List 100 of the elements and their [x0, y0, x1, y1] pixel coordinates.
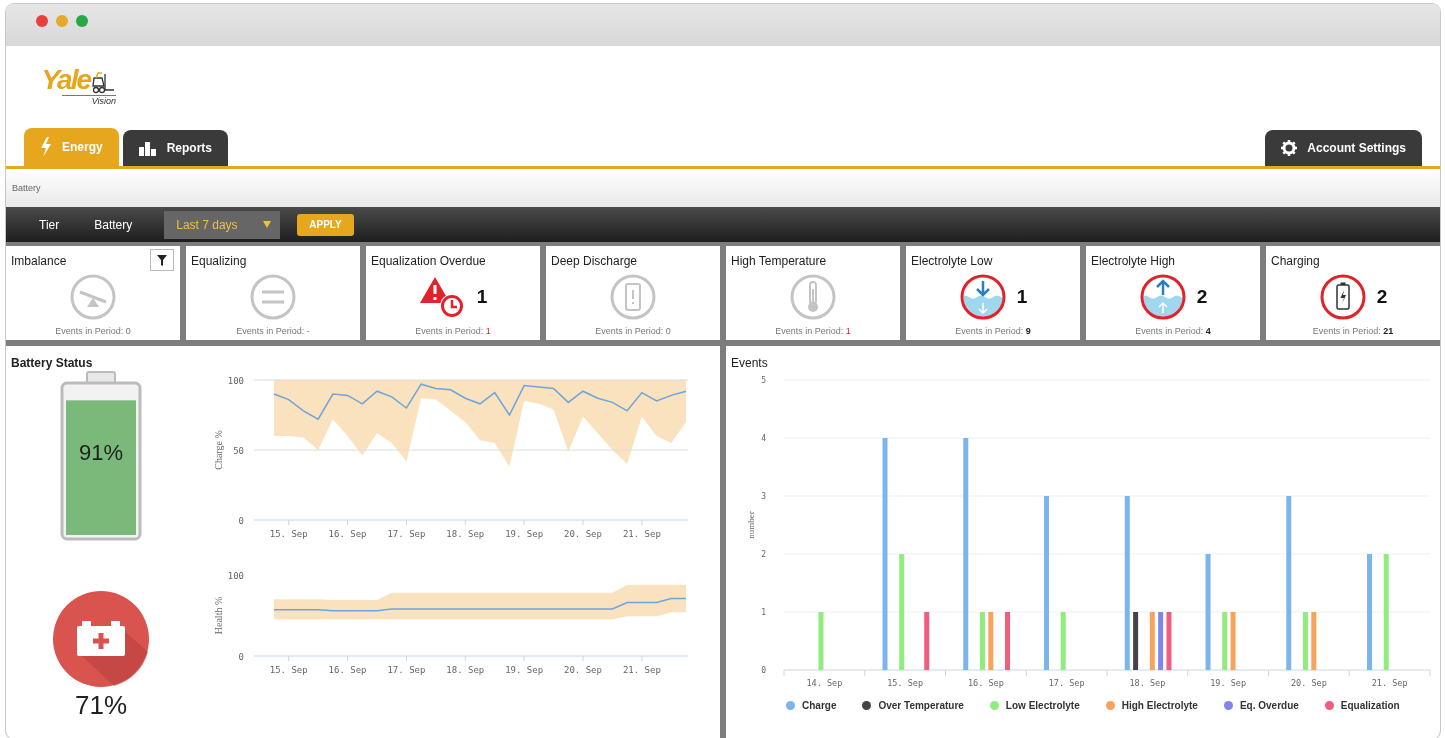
- bar: [1222, 612, 1228, 670]
- filter-icon: [157, 254, 167, 266]
- axis-title: number: [746, 511, 756, 539]
- axis-tick-label: 17. Sep: [1048, 678, 1085, 688]
- tile-title: Electrolyte Low: [911, 254, 993, 268]
- logo-wordmark: Yale: [41, 66, 90, 94]
- axis-tick-label: 19. Sep: [505, 529, 544, 539]
- axis-tick-label: 0: [238, 516, 244, 526]
- event-tile[interactable]: Electrolyte High 2 Events in Period: 4: [1086, 246, 1260, 340]
- events-in-period: Events in Period: 0: [55, 326, 131, 336]
- event-tile[interactable]: Imbalance Events in Period: 0: [6, 246, 180, 340]
- axis-tick-label: 5: [761, 376, 766, 385]
- axis-tick-label: 21. Sep: [1371, 678, 1408, 688]
- axis-tick-label: 20. Sep: [1290, 678, 1327, 688]
- tile-title: Deep Discharge: [551, 254, 638, 268]
- panel-title: Events: [731, 356, 769, 370]
- axis-tick-label: 16. Sep: [967, 678, 1004, 688]
- event-tile[interactable]: Equalizing Events in Period: -: [186, 246, 360, 340]
- events-in-period: Events in Period: -: [236, 326, 310, 336]
- event-tile[interactable]: Electrolyte Low 1 Events in Period: 9: [906, 246, 1080, 340]
- axis-tick-label: 1: [761, 608, 766, 617]
- axis-tick-label: 3: [761, 492, 766, 501]
- event-tile[interactable]: Deep Discharge Events in Period: 0: [546, 246, 720, 340]
- forklift-icon: [90, 72, 116, 94]
- legend-item[interactable]: Over Temperature: [862, 700, 964, 711]
- events-in-period: Events in Period: 1: [775, 326, 851, 336]
- bar: [979, 612, 985, 670]
- bar: [1060, 612, 1066, 670]
- events-in-period: Events in Period: 0: [595, 326, 671, 336]
- bar: [1005, 612, 1010, 670]
- charge-reading: 91%: [77, 440, 124, 466]
- bar: [1302, 612, 1308, 670]
- bar: [818, 612, 824, 670]
- event-tile[interactable]: Charging 2 Events in Period: 21: [1266, 246, 1440, 340]
- axis-tick-label: 17. Sep: [387, 529, 426, 539]
- caret-icon: [263, 221, 272, 228]
- legend-item[interactable]: High Electrolyte: [1105, 700, 1198, 711]
- bar-chart-icon: [138, 140, 157, 156]
- event-tile[interactable]: Equalization Overdue 1 Events in Period: 1: [366, 246, 540, 340]
- bar: [1133, 612, 1139, 670]
- axis-tick-label: 19. Sep: [1210, 678, 1247, 688]
- bar: [1230, 612, 1236, 670]
- window-control[interactable]: [76, 15, 88, 27]
- events-in-period: Events in Period: 1: [415, 326, 491, 336]
- logo-subtitle: Vision: [61, 95, 116, 106]
- legend-item[interactable]: Equalization: [1324, 700, 1400, 711]
- axis-tick-label: 50: [233, 446, 244, 456]
- axis-tick-label: 18. Sep: [446, 529, 485, 539]
- axis-tick-label: 4: [761, 434, 766, 443]
- axis-tick-label: 15. Sep: [269, 665, 308, 675]
- bar: [988, 612, 994, 670]
- event-tile[interactable]: High Temperature Events in Period: 1: [726, 246, 900, 340]
- filter-label[interactable]: Tier: [39, 217, 60, 232]
- bar: [1311, 612, 1317, 670]
- tile-title: Imbalance: [11, 254, 67, 268]
- battery-health-icon: [52, 590, 150, 688]
- health-reading: 71%: [74, 690, 127, 721]
- equal-icon: [249, 273, 297, 321]
- settings-icon: [1281, 140, 1298, 156]
- event-count: 1: [476, 286, 488, 308]
- axis-tick-label: 18. Sep: [1129, 678, 1166, 688]
- axis-tick-label: 100: [227, 571, 244, 581]
- axis-tick-label: 0: [761, 666, 766, 675]
- axis-tick-label: 21. Sep: [622, 529, 661, 539]
- filter-label[interactable]: Battery: [94, 217, 133, 232]
- battery-alert-icon: [609, 273, 657, 321]
- bar: [1149, 612, 1155, 670]
- legend-item[interactable]: Low Electrolyte: [989, 700, 1080, 711]
- legend-item[interactable]: Charge: [786, 700, 837, 711]
- window-control[interactable]: [36, 15, 48, 27]
- tile-title: Equalizing: [191, 254, 247, 268]
- legend-item[interactable]: Eq. Overdue: [1223, 700, 1299, 711]
- axis-tick-label: 0: [238, 652, 244, 662]
- event-count: 2: [1196, 286, 1208, 308]
- axis-tick-label: 17. Sep: [387, 665, 426, 675]
- window-control[interactable]: [56, 15, 68, 27]
- bar: [924, 612, 930, 670]
- axis-tick-label: 18. Sep: [446, 665, 485, 675]
- panel-title: Battery Status: [11, 356, 94, 370]
- tile-title: Electrolyte High: [1091, 254, 1176, 268]
- axis-tick-label: 20. Sep: [564, 529, 602, 539]
- axis-title: Health %: [213, 596, 224, 635]
- events-in-period: Events in Period: 4: [1135, 326, 1211, 336]
- lightning-icon: [40, 137, 52, 157]
- bar: [1166, 612, 1172, 670]
- account-settings-button[interactable]: Account Settings: [1265, 130, 1422, 166]
- tile-title: Equalization Overdue: [371, 254, 486, 268]
- breadcrumb[interactable]: Battery: [12, 183, 41, 193]
- nav-tab[interactable]: Reports: [122, 130, 229, 166]
- tile-title: High Temperature: [731, 254, 827, 268]
- tile-title: Charging: [1271, 254, 1320, 268]
- axis-tick-label: 15. Sep: [269, 529, 308, 539]
- event-count: 1: [1016, 286, 1028, 308]
- axis-tick-label: 15. Sep: [887, 678, 924, 688]
- filter-button[interactable]: [150, 249, 174, 271]
- axis-tick-label: 16. Sep: [328, 529, 367, 539]
- thermometer-icon: [789, 273, 837, 321]
- axis-tick-label: 16. Sep: [328, 665, 367, 675]
- axis-tick-label: 100: [227, 376, 244, 386]
- seesaw-icon: [69, 273, 117, 321]
